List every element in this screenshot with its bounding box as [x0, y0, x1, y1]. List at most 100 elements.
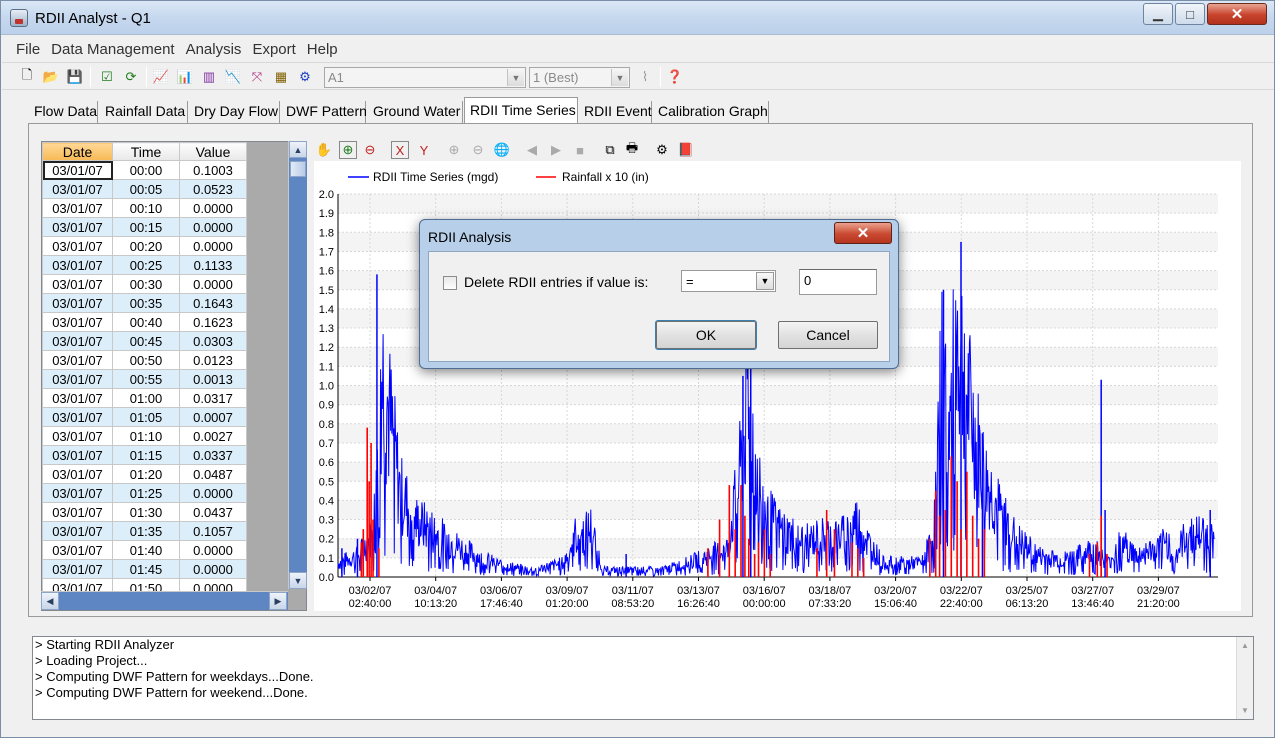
menu-help[interactable]: Help [307, 41, 338, 58]
value-cell[interactable]: 0.1057 [179, 521, 247, 541]
menu-export[interactable]: Export [252, 41, 295, 58]
value-cell[interactable]: 0.0523 [179, 179, 247, 199]
y-axis-icon[interactable]: Y [415, 141, 433, 159]
tab-ground-water[interactable]: Ground Water [368, 101, 463, 123]
table-row[interactable]: 03/01/07 00:30 0.0000 [42, 274, 247, 294]
grid-horizontal-scrollbar[interactable]: ◀ ▶ [41, 591, 288, 610]
table-row[interactable]: 03/01/07 00:20 0.0000 [42, 236, 247, 256]
column-header-value[interactable]: Value [179, 142, 247, 161]
value-cell[interactable]: 0.0123 [179, 350, 247, 370]
scroll-left-icon[interactable]: ◀ [41, 592, 59, 610]
time-cell[interactable]: 01:00 [112, 388, 180, 408]
table-row[interactable]: 03/01/07 01:15 0.0337 [42, 445, 247, 465]
time-cell[interactable]: 01:45 [112, 559, 180, 579]
time-cell[interactable]: 01:30 [112, 502, 180, 522]
table-row[interactable]: 03/01/07 00:50 0.0123 [42, 350, 247, 370]
time-cell[interactable]: 01:05 [112, 407, 180, 427]
zoom-in-icon[interactable]: ⊕ [339, 141, 357, 159]
table-row[interactable]: 03/01/07 01:40 0.0000 [42, 540, 247, 560]
cancel-button[interactable]: Cancel [778, 321, 878, 349]
time-cell[interactable]: 00:15 [112, 217, 180, 237]
location-combo[interactable]: A1 ▼ [324, 67, 526, 88]
menu-analysis[interactable]: Analysis [186, 41, 242, 58]
date-cell[interactable]: 03/01/07 [42, 160, 113, 180]
pan-hand-icon[interactable]: ✋ [315, 141, 333, 159]
column-header-time[interactable]: Time [112, 142, 180, 161]
time-cell[interactable]: 00:25 [112, 255, 180, 275]
menu-file[interactable]: File [16, 41, 40, 58]
scroll-down-icon[interactable]: ▼ [1241, 706, 1249, 715]
value-cell[interactable]: 0.0000 [179, 198, 247, 218]
x-axis-icon[interactable]: X [391, 141, 409, 159]
column-chart-icon[interactable]: ▥ [200, 68, 218, 86]
scroll-up-icon[interactable]: ▲ [289, 141, 307, 158]
time-cell[interactable]: 01:35 [112, 521, 180, 541]
quality-combo[interactable]: 1 (Best) ▼ [529, 67, 630, 88]
time-cell[interactable]: 01:20 [112, 464, 180, 484]
date-cell[interactable]: 03/01/07 [42, 559, 113, 579]
table-row[interactable]: 03/01/07 01:35 0.1057 [42, 521, 247, 541]
delete-entries-label[interactable]: Delete RDII entries if value is: [464, 274, 648, 290]
book-icon[interactable]: 📕 [677, 141, 695, 159]
date-cell[interactable]: 03/01/07 [42, 483, 113, 503]
line-chart-icon[interactable]: 📈 [152, 68, 170, 86]
dialog-close-button[interactable]: ✕ [834, 222, 892, 244]
table-row[interactable]: 03/01/07 01:25 0.0000 [42, 483, 247, 503]
save-icon[interactable]: 💾 [66, 68, 84, 86]
scroll-right-icon[interactable]: ▶ [269, 592, 287, 610]
value-cell[interactable]: 0.0000 [179, 540, 247, 560]
table-icon[interactable]: ▦ [272, 68, 290, 86]
tab-rdii-time-series[interactable]: RDII Time Series [464, 97, 578, 123]
close-button[interactable]: ✕ [1207, 3, 1267, 25]
value-cell[interactable]: 0.1623 [179, 312, 247, 332]
date-cell[interactable]: 03/01/07 [42, 407, 113, 427]
date-cell[interactable]: 03/01/07 [42, 198, 113, 218]
grid-vertical-scrollbar[interactable]: ▲ ▼ [288, 141, 307, 589]
value-cell[interactable]: 0.0007 [179, 407, 247, 427]
value-cell[interactable]: 0.0000 [179, 483, 247, 503]
table-row[interactable]: 03/01/07 01:00 0.0317 [42, 388, 247, 408]
log-scrollbar[interactable]: ▲ ▼ [1236, 637, 1253, 719]
table-row[interactable]: 03/01/07 00:10 0.0000 [42, 198, 247, 218]
table-row[interactable]: 03/01/07 00:40 0.1623 [42, 312, 247, 332]
date-cell[interactable]: 03/01/07 [42, 464, 113, 484]
value-cell[interactable]: 0.0487 [179, 464, 247, 484]
value-cell[interactable]: 0.0000 [179, 236, 247, 256]
column-header-date[interactable]: Date [42, 142, 113, 161]
refresh-icon[interactable]: ⟳ [122, 68, 140, 86]
value-cell[interactable]: 0.1133 [179, 255, 247, 275]
table-row[interactable]: 03/01/07 01:05 0.0007 [42, 407, 247, 427]
properties-icon[interactable]: ⚙ [653, 141, 671, 159]
date-cell[interactable]: 03/01/07 [42, 388, 113, 408]
copy-icon[interactable]: ⧉ [601, 141, 619, 159]
open-folder-icon[interactable]: 📂 [42, 68, 60, 86]
date-cell[interactable]: 03/01/07 [42, 502, 113, 522]
time-cell[interactable]: 00:30 [112, 274, 180, 294]
chevron-down-icon[interactable]: ▼ [611, 69, 628, 86]
value-cell[interactable]: 0.1643 [179, 293, 247, 313]
table-row[interactable]: 03/01/07 00:55 0.0013 [42, 369, 247, 389]
zoom-out-icon[interactable]: ⊖ [361, 141, 379, 159]
help-icon[interactable]: ❓ [666, 68, 684, 86]
time-cell[interactable]: 00:50 [112, 350, 180, 370]
options-icon[interactable]: ⚙ [296, 68, 314, 86]
checklist-icon[interactable]: ☑ [98, 68, 116, 86]
value-cell[interactable]: 0.0337 [179, 445, 247, 465]
globe-icon[interactable]: 🌐 [493, 141, 511, 159]
time-cell[interactable]: 00:20 [112, 236, 180, 256]
tab-flow-data[interactable]: Flow Data [29, 101, 98, 123]
maximize-button[interactable]: □ [1175, 3, 1205, 25]
value-cell[interactable]: 0.0000 [179, 559, 247, 579]
time-cell[interactable]: 01:25 [112, 483, 180, 503]
operator-select[interactable]: = ▼ [681, 270, 776, 292]
value-cell[interactable]: 0.0303 [179, 331, 247, 351]
table-row[interactable]: 03/01/07 00:05 0.0523 [42, 179, 247, 199]
table-row[interactable]: 03/01/07 00:25 0.1133 [42, 255, 247, 275]
table-row[interactable]: 03/01/07 00:35 0.1643 [42, 293, 247, 313]
date-cell[interactable]: 03/01/07 [42, 331, 113, 351]
value-input[interactable]: 0 [799, 269, 877, 295]
table-row[interactable]: 03/01/07 01:45 0.0000 [42, 559, 247, 579]
data-grid[interactable]: Date Time Value 03/01/07 00:00 0.1003 03/01… [41, 141, 307, 611]
date-cell[interactable]: 03/01/07 [42, 312, 113, 332]
scatter-chart-icon[interactable]: ⤧ [248, 68, 266, 86]
